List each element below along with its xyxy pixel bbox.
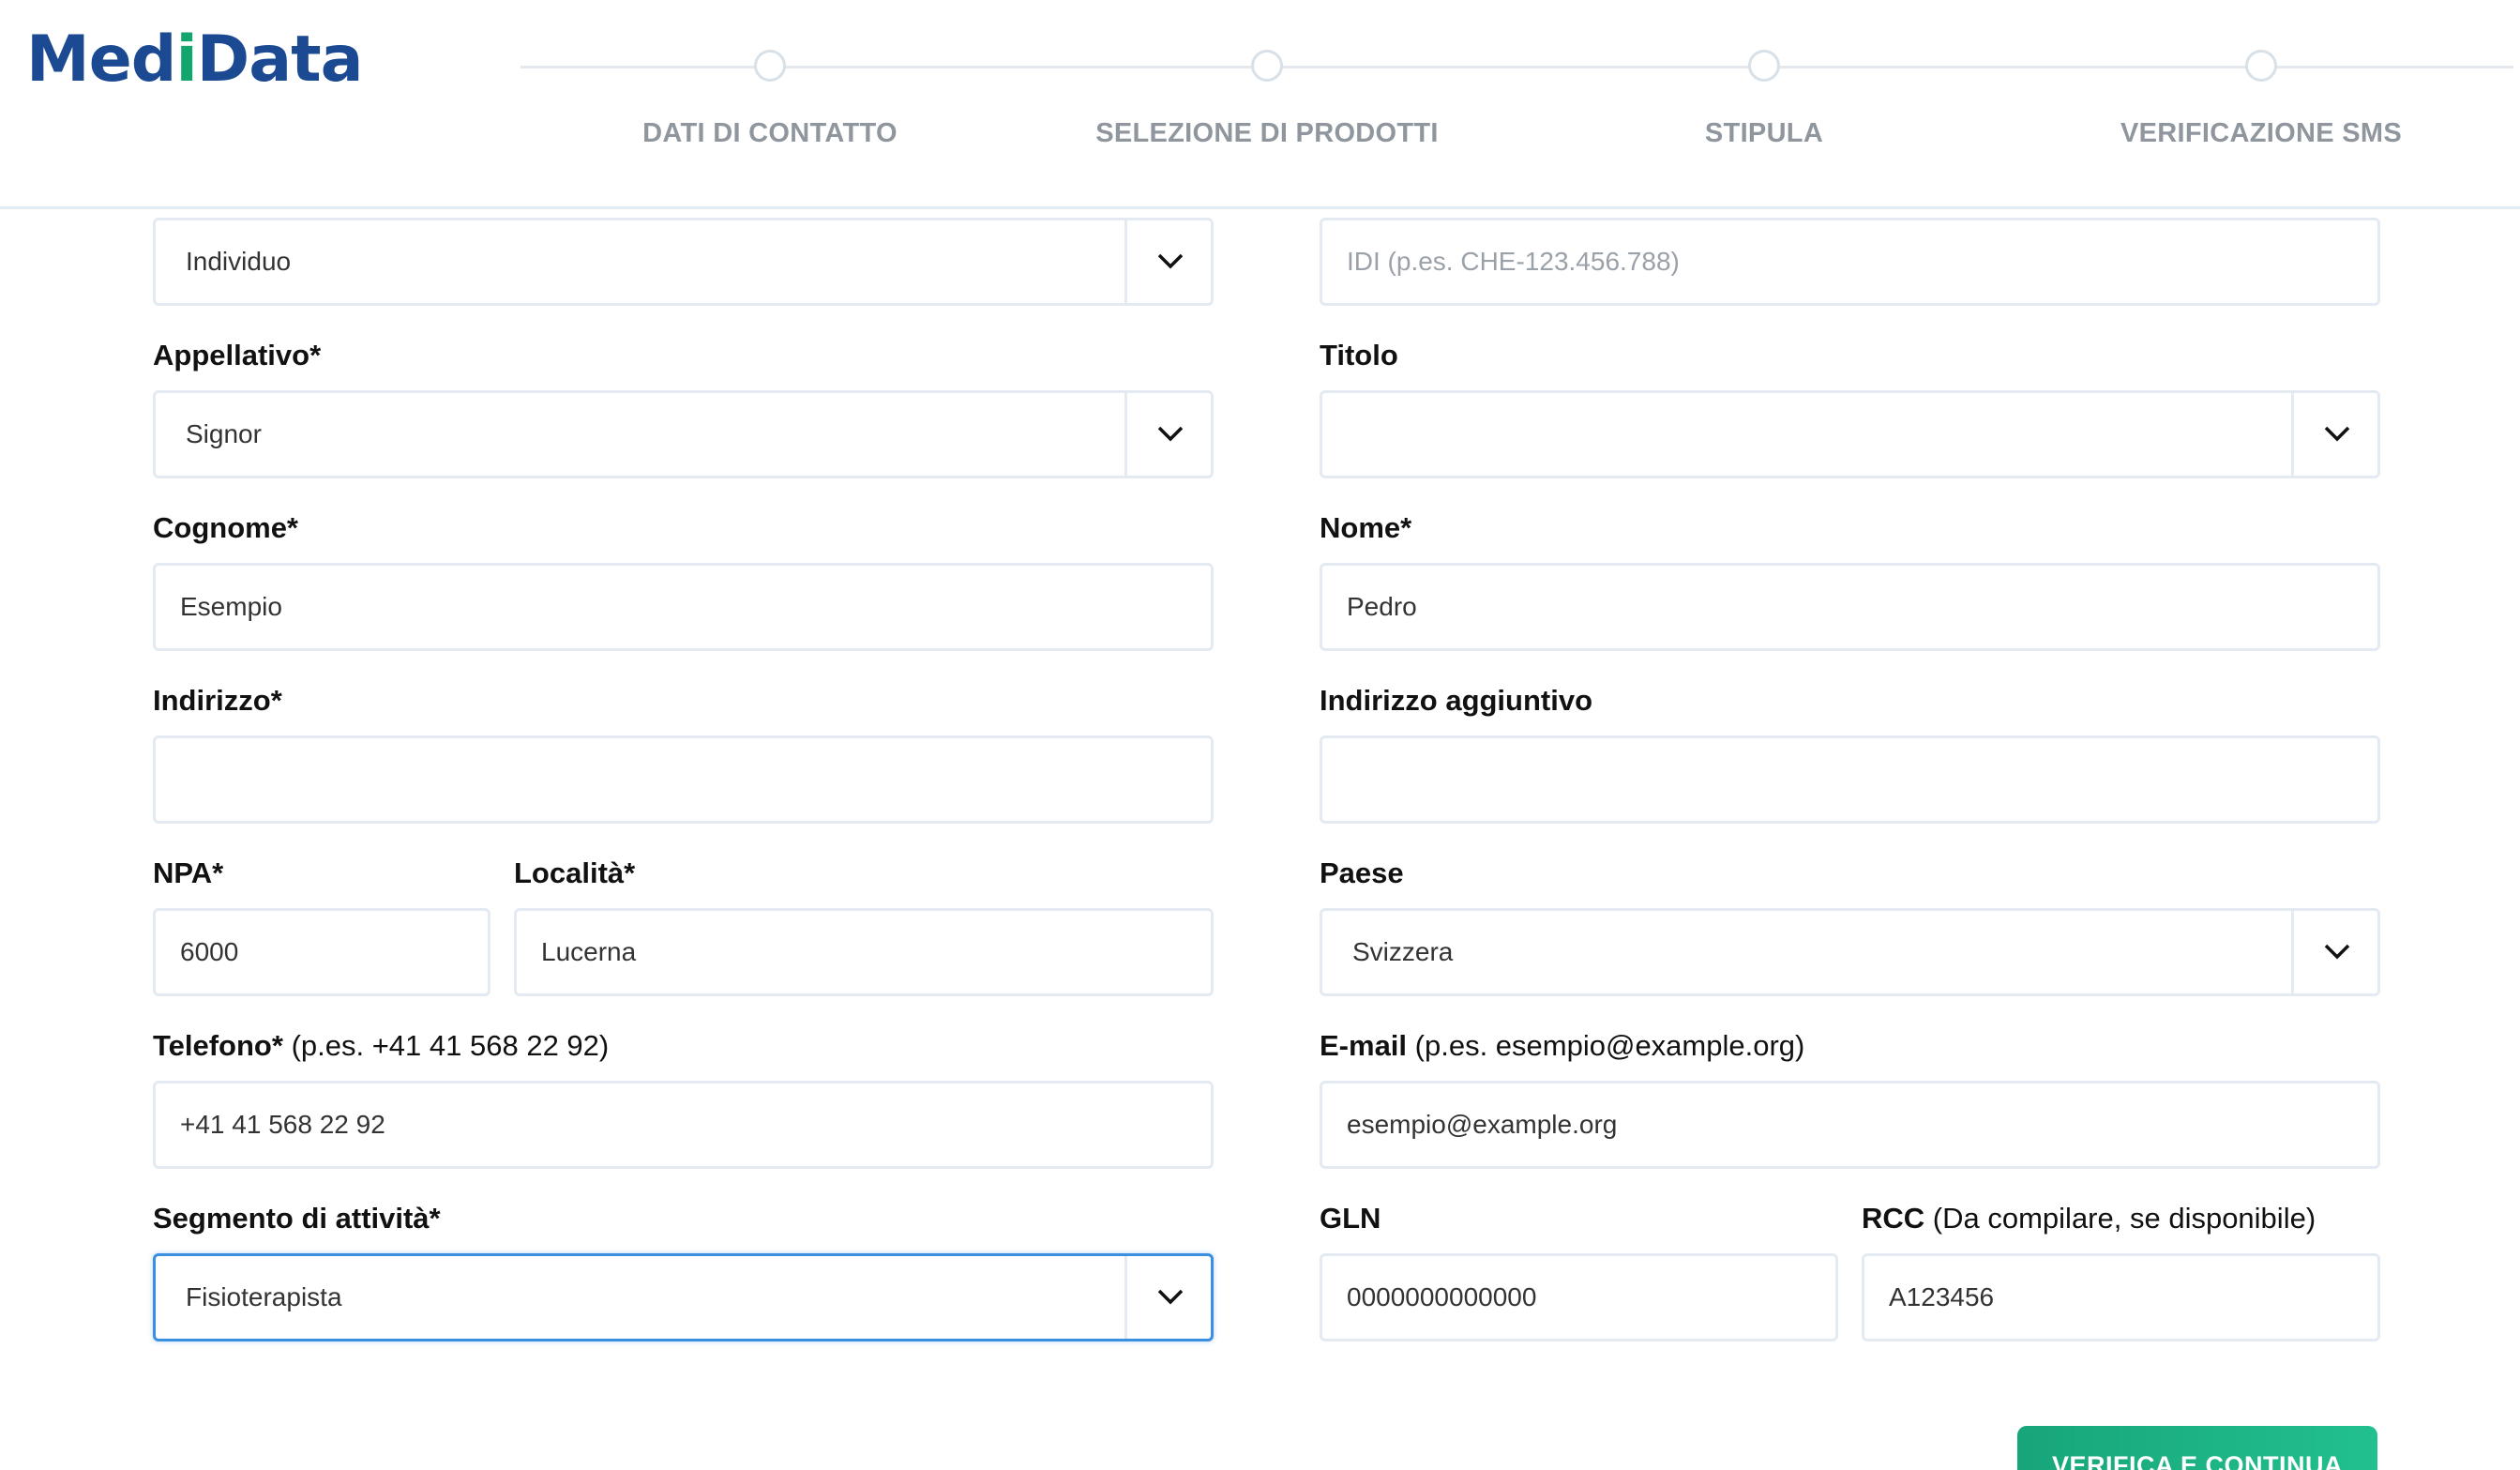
header: MediData DATI DI CONTATTO SELEZIONE DI P… (0, 0, 2520, 209)
email-value: esempio@example.org (1347, 1110, 1618, 1139)
chevron-down-icon[interactable] (1124, 393, 1211, 476)
address-input[interactable] (153, 735, 1214, 824)
salutation-label: Appellativo* (153, 339, 322, 371)
city-input[interactable]: Lucerna (514, 908, 1214, 996)
address-extra-label: Indirizzo aggiuntivo (1320, 684, 1593, 717)
rcc-label: RCC (Da compilare, se disponibile) (1862, 1202, 2316, 1235)
step-4-indicator (2245, 50, 2277, 82)
stepper-track (521, 66, 2513, 68)
surname-input[interactable]: Esempio (153, 563, 1214, 651)
rcc-hint: (Da compilare, se disponibile) (1932, 1202, 2316, 1235)
gln-value: 0000000000000 (1347, 1282, 1537, 1311)
first-name-value: Pedro (1347, 592, 1417, 621)
phone-value: +41 41 568 22 92 (180, 1110, 385, 1139)
rcc-value: A123456 (1889, 1282, 1995, 1311)
gln-label: GLN (1320, 1202, 1381, 1235)
step-label-product-selection: SELEZIONE DI PRODOTTI (1095, 118, 1439, 148)
rcc-input[interactable]: A123456 (1862, 1253, 2380, 1341)
salutation-select[interactable]: Signor (153, 390, 1214, 478)
phone-hint: (p.es. +41 41 568 22 92) (291, 1029, 610, 1062)
address-label: Indirizzo* (153, 684, 282, 717)
surname-label: Cognome* (153, 511, 298, 544)
step-label-sms-verification: VERIFICAZIONE SMS (2120, 118, 2402, 148)
first-name-input[interactable]: Pedro (1320, 563, 2380, 651)
chevron-down-icon[interactable] (1124, 220, 1211, 303)
chevron-down-icon[interactable] (2291, 393, 2377, 476)
zip-input[interactable]: 6000 (153, 908, 490, 996)
email-label: E-mail (p.es. esempio@example.org) (1320, 1029, 1805, 1062)
segment-label: Segmento di attività* (153, 1202, 441, 1235)
step-label-contract: STIPULA (1704, 118, 1824, 148)
zip-label: NPA* (153, 856, 224, 889)
email-input[interactable]: esempio@example.org (1320, 1081, 2380, 1169)
entity-type-value: Individuo (186, 247, 292, 276)
gln-input[interactable]: 0000000000000 (1320, 1253, 1838, 1341)
step-3-indicator (1748, 50, 1780, 82)
idi-input[interactable]: IDI (p.es. CHE-123.456.788) (1320, 218, 2380, 306)
zip-value: 6000 (180, 937, 239, 966)
email-hint: (p.es. esempio@example.org) (1414, 1029, 1805, 1062)
chevron-down-icon[interactable] (2291, 911, 2377, 993)
country-select[interactable]: Svizzera (1320, 908, 2380, 996)
address-extra-input[interactable] (1320, 735, 2380, 824)
segment-select[interactable]: Fisioterapista (153, 1253, 1214, 1341)
step-label-contact-data: DATI DI CONTATTO (642, 118, 898, 148)
step-2-indicator (1251, 50, 1283, 82)
entity-type-select[interactable]: Individuo (153, 218, 1214, 306)
country-label: Paese (1320, 856, 1404, 889)
idi-placeholder: IDI (p.es. CHE-123.456.788) (1347, 247, 1680, 276)
country-value: Svizzera (1352, 937, 1454, 966)
first-name-label: Nome* (1320, 511, 1412, 544)
city-value: Lucerna (541, 937, 637, 966)
phone-label: Telefono* (p.es. +41 41 568 22 92) (153, 1029, 610, 1062)
city-label: Località* (514, 856, 636, 889)
medidata-logo[interactable]: MediData (26, 24, 364, 96)
segment-value: Fisioterapista (186, 1282, 342, 1311)
title-label: Titolo (1320, 339, 1398, 371)
phone-input[interactable]: +41 41 568 22 92 (153, 1081, 1214, 1169)
verify-continue-button[interactable]: VERIFICA E CONTINUA (2017, 1426, 2377, 1470)
step-1-indicator (754, 50, 786, 82)
chevron-down-icon[interactable] (1124, 1256, 1211, 1339)
salutation-value: Signor (186, 419, 262, 448)
surname-value: Esempio (180, 592, 282, 621)
title-select[interactable] (1320, 390, 2380, 478)
